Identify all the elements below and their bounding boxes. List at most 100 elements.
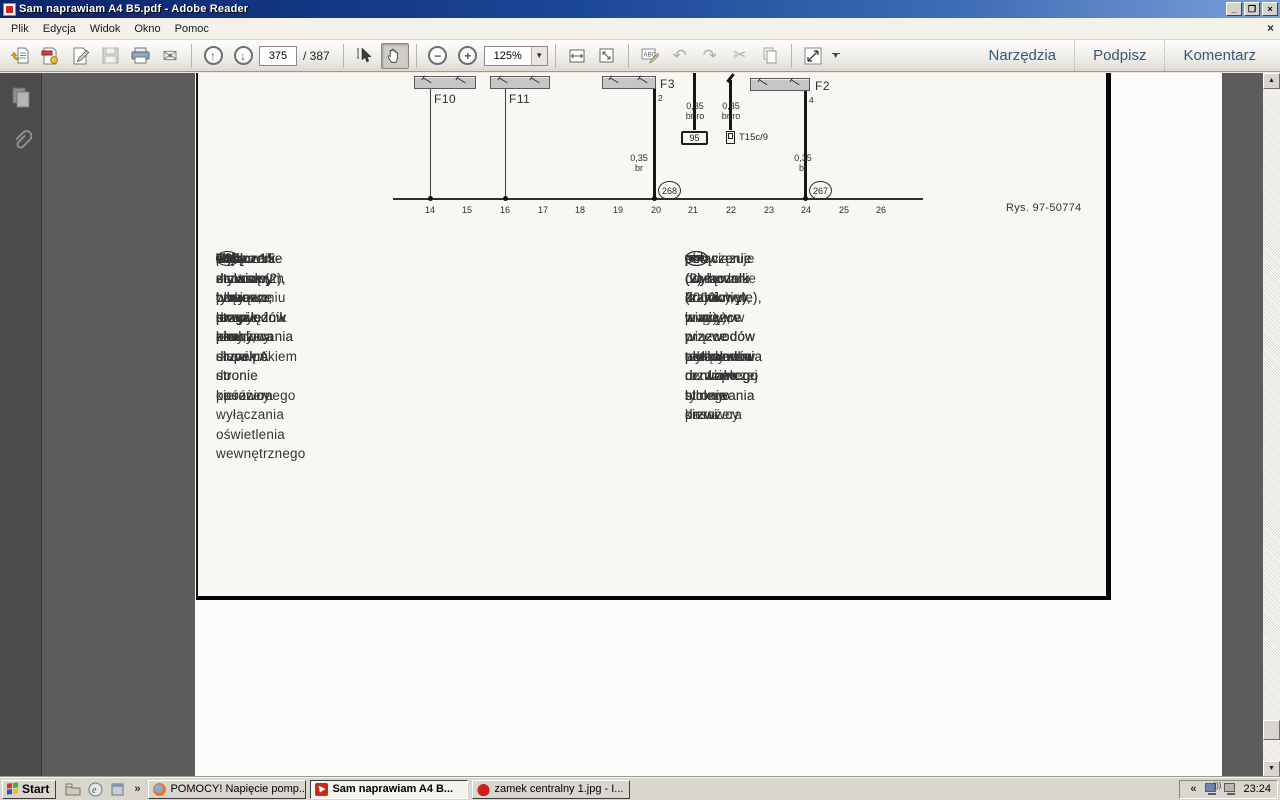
task-image-viewer[interactable]: zamek centralny 1.jpg - I... [472, 780, 630, 799]
select-tool-button[interactable] [351, 43, 379, 69]
task-firefox[interactable]: POMOCY! Napięcie pomp... [148, 780, 306, 799]
track-number: 24 [801, 205, 811, 215]
vertical-scrollbar[interactable]: ▲ ▼ [1263, 73, 1280, 777]
page-total-label: / 387 [303, 49, 330, 63]
wire-f10 [430, 89, 431, 199]
save-icon [102, 47, 119, 64]
track-number: 19 [613, 205, 623, 215]
pages-panel-button[interactable] [6, 83, 36, 113]
redo-button[interactable]: ↷ [696, 43, 724, 69]
junction-dot [803, 196, 808, 201]
zoom-out-button[interactable]: − [424, 43, 452, 69]
fit-page-button[interactable] [593, 43, 621, 69]
previous-page-button[interactable]: ↑ [199, 43, 227, 69]
wire-label-a: 0,35 br/ro [679, 101, 711, 121]
junction-dot [428, 196, 433, 201]
narzedzia-button[interactable]: Narzędzia [971, 40, 1075, 71]
firefox-icon [153, 783, 166, 796]
print-button[interactable] [126, 43, 154, 69]
caret-down-icon: ▼ [832, 54, 840, 58]
spellcheck-icon: ABC [641, 47, 659, 64]
menu-pomoc[interactable]: Pomoc [168, 20, 216, 38]
tray-chevron-icon[interactable]: « [1190, 783, 1196, 795]
track-number: 15 [462, 205, 472, 215]
fit-width-button[interactable] [563, 43, 591, 69]
close-button[interactable]: × [1262, 2, 1278, 16]
minimize-button[interactable]: _ [1226, 2, 1242, 16]
zoom-in-button[interactable]: + [454, 43, 482, 69]
close-document-icon[interactable]: × [1267, 21, 1274, 35]
wire-label-268: 0,35 br [626, 153, 652, 173]
scroll-up-button[interactable]: ▲ [1263, 73, 1280, 89]
podpisz-button[interactable]: Podpisz [1074, 40, 1164, 71]
t15c9-label: T15c/9 [739, 132, 768, 143]
task-adobe-reader[interactable]: Sam naprawiam A4 B... [310, 780, 468, 799]
copy-button[interactable] [756, 43, 784, 69]
menu-plik[interactable]: Plik [4, 20, 36, 38]
junction-dot [503, 196, 508, 201]
task-title: zamek centralny 1.jpg - I... [494, 783, 623, 795]
connector-box-f11 [490, 76, 550, 89]
cut-button[interactable]: ✂ [726, 43, 754, 69]
document-area[interactable]: F10 F11 F3 F2 2 0,35 br 268 0,35 br/ro 9… [43, 73, 1263, 777]
undo-icon: ↶ [673, 47, 687, 64]
save-button[interactable] [96, 43, 124, 69]
menu-edycja[interactable]: Edycja [36, 20, 83, 38]
zoom-level-value: 125% [485, 50, 531, 62]
spellcheck-button[interactable]: ABC [636, 43, 664, 69]
email-button[interactable]: ✉ [156, 43, 184, 69]
fit-page-icon [598, 47, 615, 64]
create-pdf-button[interactable] [36, 43, 64, 69]
junction-dot [652, 196, 657, 201]
open-file-button[interactable] [6, 43, 34, 69]
current-rail [393, 198, 923, 200]
toolbar-separator [555, 44, 556, 68]
legend-text: połączenie z masą (2), w wiązce przewodó… [216, 249, 293, 405]
scroll-down-button[interactable]: ▼ [1263, 761, 1280, 777]
wire-label-b: 0,35 br/ro [715, 101, 747, 121]
component-label-f10: F10 [434, 92, 456, 106]
wire-f2 [804, 91, 807, 199]
quick-launch-overflow-icon[interactable]: » [134, 783, 140, 795]
page-number-input[interactable] [259, 46, 297, 66]
toolbar-separator [628, 44, 629, 68]
zoom-dropdown-icon[interactable]: ▼ [531, 47, 547, 65]
paperclip-icon [10, 129, 32, 155]
component-label-f11: F11 [509, 92, 530, 106]
app-icon[interactable] [108, 780, 126, 798]
toolbar-separator [416, 44, 417, 68]
browser-icon[interactable]: e [86, 780, 104, 798]
next-page-button[interactable]: ↓ [229, 43, 257, 69]
node-95: 95 [681, 131, 708, 145]
komentarz-button[interactable]: Komentarz [1164, 40, 1274, 71]
connector-box-f3 [602, 76, 656, 89]
component-label-f3: F3 [660, 77, 675, 91]
folder-icon[interactable] [64, 780, 82, 798]
create-pdf-icon [41, 47, 59, 65]
toolbar-overflow-caret[interactable]: ▼ [829, 44, 843, 68]
undo-button[interactable]: ↶ [666, 43, 694, 69]
scanned-diagram-region: F10 F11 F3 F2 2 0,35 br 268 0,35 br/ro 9… [196, 73, 1111, 600]
zoom-out-icon: − [428, 46, 447, 65]
email-icon: ✉ [162, 47, 177, 65]
zoom-level-select[interactable]: 125% ▼ [484, 46, 548, 66]
display-icon[interactable] [1224, 783, 1238, 795]
attachments-panel-button[interactable] [6, 127, 36, 157]
toolbar: ✉ ↑ ↓ / 387 − + 125% ▼ ABC ↶ ↷ ✂ [0, 40, 1280, 72]
menu-widok[interactable]: Widok [83, 20, 128, 38]
irfanview-icon [477, 783, 490, 796]
window-title: Sam naprawiam A4 B5.pdf - Adobe Reader [19, 3, 1224, 15]
scrollbar-thumb[interactable] [1263, 720, 1280, 740]
sign-document-button[interactable] [66, 43, 94, 69]
restore-button[interactable]: ❐ [1244, 2, 1260, 16]
start-button[interactable]: Start [2, 780, 56, 799]
hand-tool-button[interactable] [381, 43, 409, 69]
connector-box-f2 [750, 78, 810, 91]
network-icon[interactable]: ))) [1205, 783, 1219, 795]
cut-icon: ✂ [733, 48, 746, 64]
pin-label-f2: 4 [809, 95, 814, 105]
fullscreen-button[interactable] [799, 43, 827, 69]
tray-clock: 23:24 [1243, 783, 1271, 795]
toolbar-separator [791, 44, 792, 68]
menu-okno[interactable]: Okno [127, 20, 167, 38]
